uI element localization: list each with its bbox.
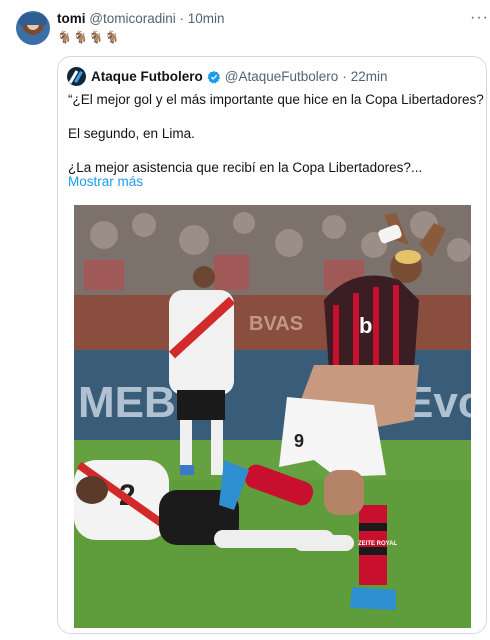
quoted-text-line: “¿El mejor gol y el más importante que h… (68, 92, 484, 107)
quoted-author-name[interactable]: Ataque Futbolero (91, 68, 203, 85)
board-text-mid: BVAS (249, 313, 303, 335)
quoted-separator-dot: · (342, 69, 347, 84)
quoted-time[interactable]: 22min (351, 68, 388, 85)
quoted-avatar[interactable] (67, 67, 86, 86)
separator-dot: · (179, 11, 185, 26)
jersey-number: 9 (294, 431, 304, 451)
more-options-icon[interactable]: ··· (470, 9, 489, 27)
show-more-link[interactable]: Mostrar más (68, 174, 143, 189)
verified-badge-icon (207, 70, 220, 83)
author-avatar[interactable] (16, 11, 50, 45)
tweet-text: 🐐🐐🐐🐐 (57, 30, 121, 44)
shorts-sponsor: ZEITE ROYAL (358, 541, 397, 547)
quoted-author-handle[interactable]: @AtaqueFutbolero (225, 68, 339, 85)
author-handle[interactable]: @tomicoradini (89, 11, 175, 26)
football-celebration-image: BVAS MEBO Evo 2 (74, 205, 471, 628)
quoted-header: Ataque Futbolero @AtaqueFutbolero · 22mi… (67, 67, 388, 86)
shirt-sponsor: b (359, 313, 372, 338)
tweet-time[interactable]: 10min (188, 11, 225, 26)
quoted-tweet[interactable]: Ataque Futbolero @AtaqueFutbolero · 22mi… (57, 56, 487, 634)
tweet-photo[interactable]: BVAS MEBO Evo 2 (74, 205, 471, 628)
quoted-text-line: El segundo, en Lima. (68, 126, 195, 141)
quoted-text: “¿El mejor gol y el más importante que h… (68, 91, 484, 176)
author-name[interactable]: tomi (57, 11, 86, 26)
tweet-header: tomi @tomicoradini · 10min (57, 11, 225, 27)
